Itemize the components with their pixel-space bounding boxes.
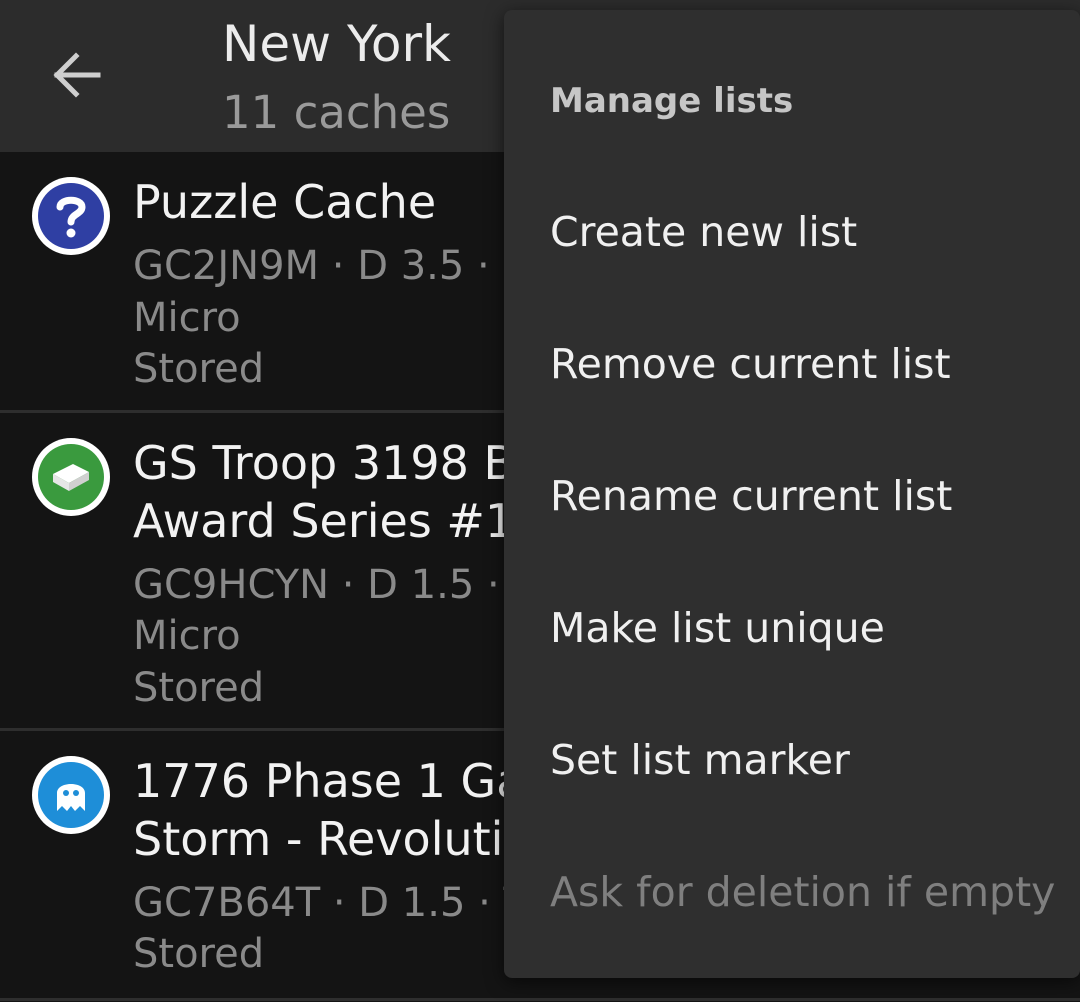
cache-status: Stored <box>133 665 265 711</box>
menu-item-make-list-unique[interactable]: Make list unique <box>504 573 1080 683</box>
cache-size: Micro <box>133 613 241 659</box>
cache-type-badge <box>32 438 110 516</box>
ghost-icon <box>38 762 104 828</box>
cache-size: Micro <box>133 295 241 341</box>
menu-item-set-list-marker[interactable]: Set list marker <box>504 705 1080 815</box>
menu-header: Manage lists <box>550 81 794 121</box>
cache-code-difficulty: GC9HCYN · D 1.5 · <box>133 562 500 608</box>
row-divider <box>0 998 1080 1001</box>
menu-item-label: Make list unique <box>550 604 885 652</box>
menu-item-ask-for-deletion: Ask for deletion if empty <box>504 837 1080 947</box>
cache-type-badge <box>32 177 110 255</box>
question-mark-icon <box>38 183 104 249</box>
menu-item-label: Set list marker <box>550 736 850 784</box>
cache-status: Stored <box>133 346 265 392</box>
manage-lists-menu: Manage lists Create new list Remove curr… <box>504 10 1080 978</box>
arrow-left-icon <box>53 52 101 98</box>
box-icon <box>38 444 104 510</box>
menu-item-label: Remove current list <box>550 340 951 388</box>
page-title: New York <box>222 15 451 73</box>
back-button[interactable] <box>40 42 114 108</box>
menu-item-label: Rename current list <box>550 472 953 520</box>
menu-item-label: Create new list <box>550 208 858 256</box>
menu-item-create-new-list[interactable]: Create new list <box>504 177 1080 287</box>
cache-code-difficulty: GC2JN9M · D 3.5 · <box>133 243 490 289</box>
menu-item-rename-current-list[interactable]: Rename current list <box>504 441 1080 551</box>
menu-item-remove-current-list[interactable]: Remove current list <box>504 309 1080 419</box>
cache-code-difficulty: GC7B64T · D 1.5 · T <box>133 880 528 926</box>
cache-status: Stored <box>133 931 265 977</box>
page-subtitle: 11 caches <box>222 86 451 139</box>
cache-type-badge <box>32 756 110 834</box>
menu-item-label: Ask for deletion if empty <box>550 868 1056 916</box>
